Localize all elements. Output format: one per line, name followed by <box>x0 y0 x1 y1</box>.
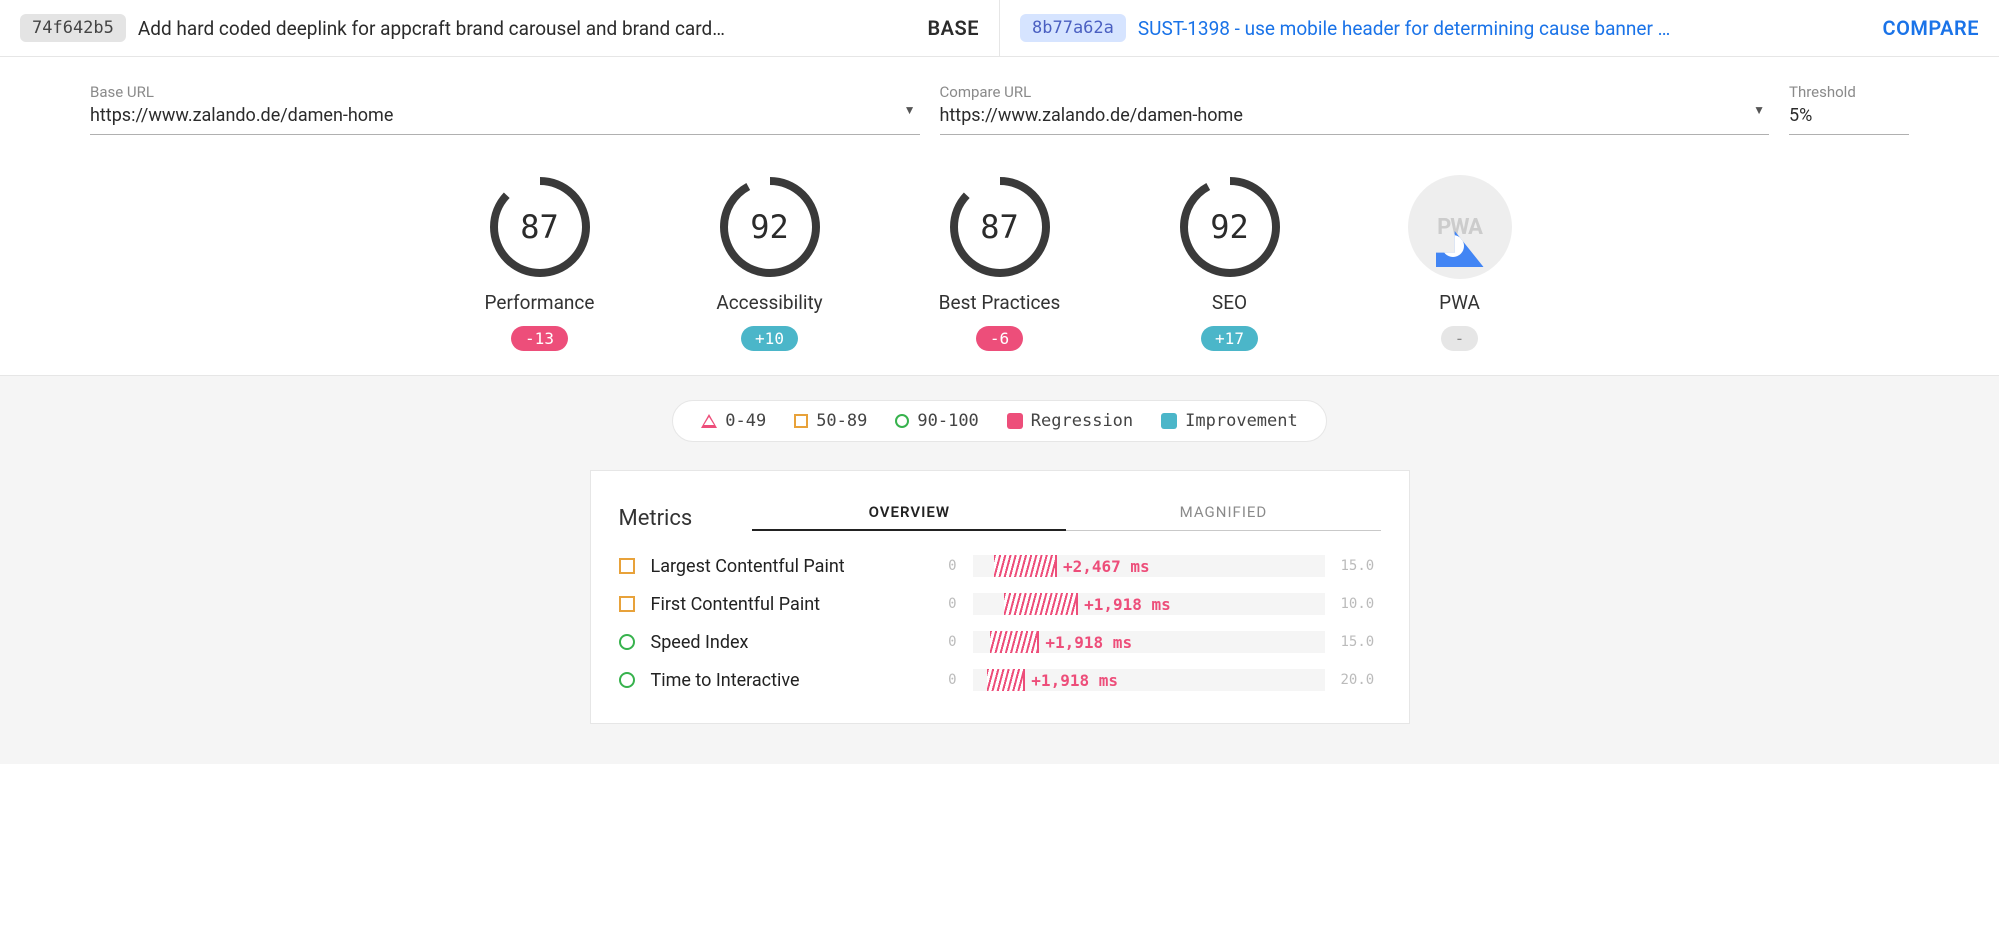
legend-range-mid-text: 50-89 <box>816 411 867 431</box>
base-commit-title: Add hard coded deeplink for appcraft bra… <box>138 17 916 40</box>
metric-max: 15.0 <box>1341 634 1381 650</box>
metric-name: Largest Contentful Paint <box>651 556 901 577</box>
chevron-down-icon[interactable]: ▼ <box>904 103 916 117</box>
gauge-ring: 92 <box>718 175 822 279</box>
metrics-title: Metrics <box>619 506 693 531</box>
square-icon <box>619 558 635 574</box>
base-url-label: Base URL <box>90 83 920 101</box>
compare-commit-title[interactable]: SUST-1398 - use mobile header for determ… <box>1138 17 1871 40</box>
gauge-delta-pill: -6 <box>976 326 1023 351</box>
metric-name: Speed Index <box>651 632 901 653</box>
gauge-pwa[interactable]: PWA PWA - <box>1385 175 1535 351</box>
base-commit-block: 74f642b5 Add hard coded deeplink for app… <box>0 0 999 56</box>
metric-bar: +1,918 ms <box>973 593 1325 615</box>
gauge-best-practices[interactable]: 87 Best Practices -6 <box>925 175 1075 351</box>
square-icon <box>794 414 808 428</box>
metric-min: 0 <box>917 634 957 650</box>
gauge-delta-pill: +10 <box>741 326 798 351</box>
threshold-label: Threshold <box>1789 83 1909 101</box>
legend-range-mid: 50-89 <box>794 411 867 431</box>
metric-max: 20.0 <box>1341 672 1381 688</box>
tab-overview[interactable]: OVERVIEW <box>752 495 1066 531</box>
regression-swatch-icon <box>1007 413 1023 429</box>
metric-min: 0 <box>917 596 957 612</box>
gauge-score: 87 <box>948 175 1052 279</box>
legend-regression-text: Regression <box>1031 411 1133 431</box>
metric-name: First Contentful Paint <box>651 594 901 615</box>
improvement-swatch-icon <box>1161 413 1177 429</box>
compare-role-label: COMPARE <box>1883 16 1979 40</box>
legend-range-low-text: 0-49 <box>725 411 766 431</box>
gauge-ring: 87 <box>488 175 592 279</box>
base-url-value: https://www.zalando.de/damen-home <box>90 103 920 135</box>
metric-row[interactable]: First Contentful Paint 0 +1,918 ms 10.0 <box>619 585 1381 623</box>
metric-delta: +1,918 ms <box>1039 631 1132 653</box>
gauge-seo[interactable]: 92 SEO +17 <box>1155 175 1305 351</box>
gauge-score: 92 <box>1178 175 1282 279</box>
metrics-panel: Metrics OVERVIEW MAGNIFIED Largest Conte… <box>590 470 1410 724</box>
metric-max: 15.0 <box>1341 558 1381 574</box>
metric-name: Time to Interactive <box>651 670 901 691</box>
gauge-label: Performance <box>485 291 595 314</box>
gauge-delta-pill: +17 <box>1201 326 1258 351</box>
metric-row[interactable]: Time to Interactive 0 +1,918 ms 20.0 <box>619 661 1381 699</box>
gauge-label: Accessibility <box>716 291 822 314</box>
threshold-value: 5% <box>1789 103 1909 135</box>
legend-range-high: 90-100 <box>895 411 978 431</box>
metric-bar: +2,467 ms <box>973 555 1325 577</box>
metric-bar: +1,918 ms <box>973 669 1325 691</box>
metrics-tabs: OVERVIEW MAGNIFIED <box>752 495 1380 531</box>
gauge-ring: 92 <box>1178 175 1282 279</box>
legend-improvement-text: Improvement <box>1185 411 1298 431</box>
circle-icon <box>619 672 635 688</box>
gauges-row: 87 Performance -13 92 Accessibility +10 … <box>0 145 1999 376</box>
base-commit-chip[interactable]: 74f642b5 <box>20 14 126 42</box>
compare-url-label: Compare URL <box>940 83 1770 101</box>
gauge-delta-pill: - <box>1441 326 1479 351</box>
legend-range-low: 0-49 <box>701 411 766 431</box>
metric-delta: +2,467 ms <box>1057 555 1150 577</box>
gauge-label: SEO <box>1212 291 1247 314</box>
gauge-score: 87 <box>488 175 592 279</box>
compare-commit-chip[interactable]: 8b77a62a <box>1020 14 1126 42</box>
metric-delta: +1,918 ms <box>1025 669 1118 691</box>
compare-url-field[interactable]: Compare URL https://www.zalando.de/damen… <box>940 83 1770 135</box>
gauge-label: PWA <box>1439 291 1480 314</box>
metric-row[interactable]: Largest Contentful Paint 0 +2,467 ms 15.… <box>619 547 1381 585</box>
square-icon <box>619 596 635 612</box>
base-url-field[interactable]: Base URL https://www.zalando.de/damen-ho… <box>90 83 920 135</box>
metric-min: 0 <box>917 558 957 574</box>
gauge-label: Best Practices <box>939 291 1061 314</box>
circle-icon <box>619 634 635 650</box>
pwa-icon: PWA <box>1408 175 1512 279</box>
gauge-performance[interactable]: 87 Performance -13 <box>465 175 615 351</box>
gauge-delta-pill: -13 <box>511 326 568 351</box>
url-row: Base URL https://www.zalando.de/damen-ho… <box>0 57 1999 145</box>
legend-section: 0-49 50-89 90-100 Regression Improvement… <box>0 376 1999 764</box>
legend-range-high-text: 90-100 <box>917 411 978 431</box>
gauge-score: 92 <box>718 175 822 279</box>
triangle-icon <box>701 414 717 428</box>
tab-magnified[interactable]: MAGNIFIED <box>1066 495 1380 531</box>
gauge-accessibility[interactable]: 92 Accessibility +10 <box>695 175 845 351</box>
legend-regression: Regression <box>1007 411 1133 431</box>
chevron-down-icon[interactable]: ▼ <box>1753 103 1765 117</box>
threshold-field[interactable]: Threshold 5% <box>1789 83 1909 135</box>
circle-icon <box>895 414 909 428</box>
metric-delta: +1,918 ms <box>1078 593 1171 615</box>
metric-row[interactable]: Speed Index 0 +1,918 ms 15.0 <box>619 623 1381 661</box>
compare-commit-block: 8b77a62a SUST-1398 - use mobile header f… <box>999 0 1999 56</box>
metric-bar: +1,918 ms <box>973 631 1325 653</box>
legend-pill: 0-49 50-89 90-100 Regression Improvement <box>672 400 1327 442</box>
gauge-ring: 87 <box>948 175 1052 279</box>
compare-header: 74f642b5 Add hard coded deeplink for app… <box>0 0 1999 57</box>
metric-max: 10.0 <box>1341 596 1381 612</box>
base-role-label: BASE <box>927 16 979 40</box>
compare-url-value: https://www.zalando.de/damen-home <box>940 103 1770 135</box>
legend-improvement: Improvement <box>1161 411 1298 431</box>
metric-min: 0 <box>917 672 957 688</box>
